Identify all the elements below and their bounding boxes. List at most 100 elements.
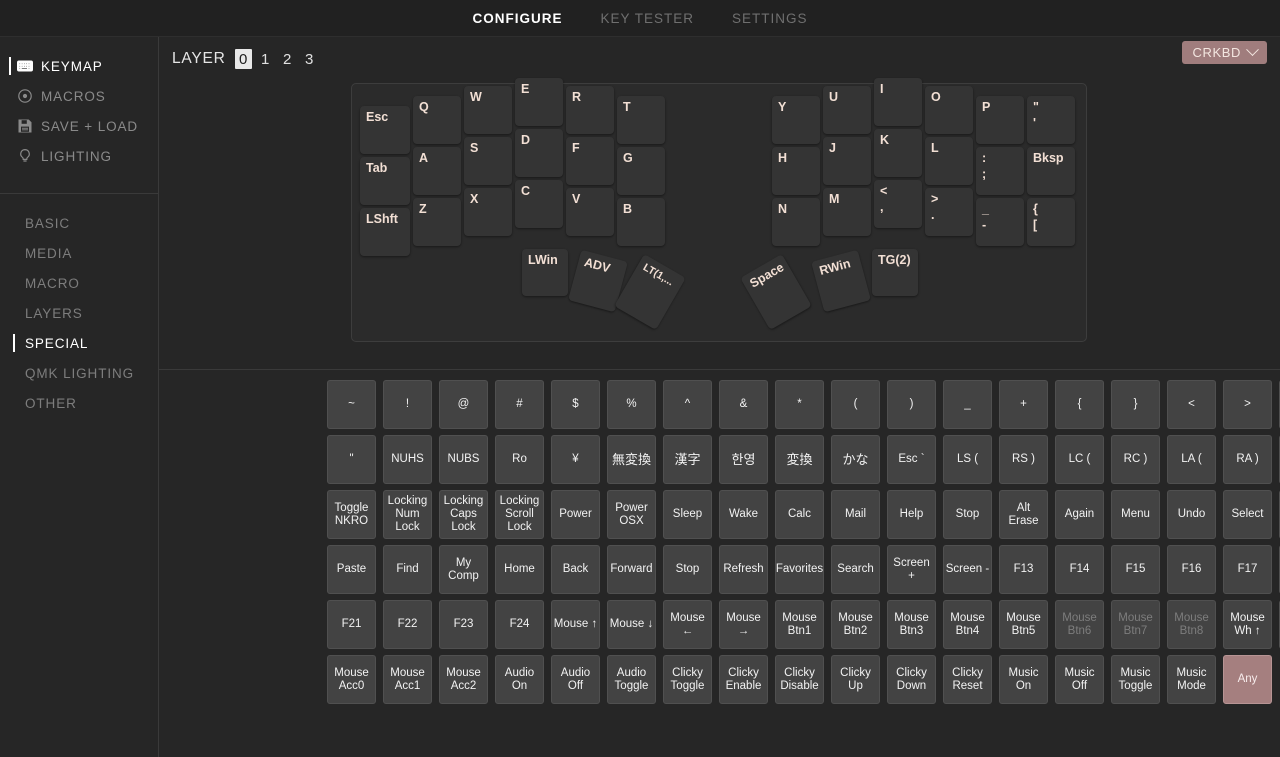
key-option[interactable]: ClickyToggle [663,655,712,704]
keycap[interactable]: E [515,78,563,126]
keycap[interactable]: N [772,198,820,246]
key-option[interactable]: Mouse→ [719,600,768,649]
sidebar-item-lighting[interactable]: LIGHTING [0,141,158,171]
keycap[interactable]: _- [976,198,1024,246]
key-option[interactable]: MouseWh ↑ [1223,600,1272,649]
keycap[interactable]: T [617,96,665,144]
keycap[interactable]: C [515,180,563,228]
sidebar-item-keymap[interactable]: KEYMAP [0,51,158,81]
key-option[interactable]: NUBS [439,435,488,484]
key-option[interactable]: ToggleNKRO [327,490,376,539]
key-option[interactable]: MouseAcc2 [439,655,488,704]
key-option[interactable]: _ [943,380,992,429]
key-option[interactable]: MouseBtn5 [999,600,1048,649]
keycap[interactable]: H [772,147,820,195]
key-option[interactable]: 漢字 [663,435,712,484]
key-option[interactable]: ClickyDisable [775,655,824,704]
key-option[interactable]: 한영 [719,435,768,484]
key-option[interactable]: Mouse← [663,600,712,649]
key-option[interactable]: MusicOff [1055,655,1104,704]
category-item-layers[interactable]: LAYERS [0,298,158,328]
key-option[interactable]: ( [831,380,880,429]
keycap[interactable]: >. [925,188,973,236]
key-option[interactable]: RC ) [1111,435,1160,484]
key-option[interactable]: * [775,380,824,429]
keycap[interactable]: S [464,137,512,185]
keycap[interactable]: G [617,147,665,195]
key-option[interactable]: 無変換 [607,435,656,484]
keycap[interactable]: {[ [1027,198,1075,246]
key-option[interactable]: $ [551,380,600,429]
keycap[interactable]: RWin [811,250,871,313]
key-option[interactable]: Select [1223,490,1272,539]
key-option[interactable]: かな [831,435,880,484]
key-option[interactable]: Sleep [663,490,712,539]
key-option[interactable]: Refresh [719,545,768,594]
key-option[interactable]: Again [1055,490,1104,539]
key-option[interactable]: AltErase [999,490,1048,539]
key-option[interactable]: LS ( [943,435,992,484]
keycap[interactable]: Space [740,254,812,330]
key-option[interactable]: PowerOSX [607,490,656,539]
key-option[interactable]: ClickyEnable [719,655,768,704]
key-option[interactable]: Any [1223,655,1272,704]
keycap[interactable]: V [566,188,614,236]
layer-button-3[interactable]: 3 [301,49,318,69]
keycap[interactable]: LWin [522,249,568,296]
keycap[interactable]: X [464,188,512,236]
key-option[interactable]: Forward [607,545,656,594]
tab-key-tester[interactable]: KEY TESTER [600,11,694,26]
key-option[interactable]: ~ [327,380,376,429]
key-option[interactable]: } [1111,380,1160,429]
keycap[interactable]: Y [772,96,820,144]
keycap[interactable]: P [976,96,1024,144]
key-option[interactable]: % [607,380,656,429]
key-option[interactable]: MouseBtn2 [831,600,880,649]
keycap[interactable]: I [874,78,922,126]
keycap[interactable]: A [413,147,461,195]
keycap[interactable]: "' [1027,96,1075,144]
key-option[interactable]: F21 [327,600,376,649]
key-option[interactable]: F24 [495,600,544,649]
keycap[interactable]: M [823,188,871,236]
keycap[interactable]: LShft [360,208,410,256]
layer-button-1[interactable]: 1 [257,49,274,69]
keyboard-select-dropdown[interactable]: CRKBD [1182,41,1267,64]
key-option[interactable]: Mail [831,490,880,539]
key-option[interactable]: Favorites [775,545,824,594]
key-option[interactable]: LockingScrollLock [495,490,544,539]
key-option[interactable]: F15 [1111,545,1160,594]
key-option[interactable]: Back [551,545,600,594]
keycap[interactable]: Tab [360,157,410,205]
tab-configure[interactable]: CONFIGURE [472,11,562,26]
key-option[interactable]: F13 [999,545,1048,594]
key-option[interactable]: ) [887,380,936,429]
key-option[interactable]: < [1167,380,1216,429]
key-option[interactable]: Power [551,490,600,539]
key-option[interactable]: LC ( [1055,435,1104,484]
key-option[interactable]: AudioOn [495,655,544,704]
key-option[interactable]: RA ) [1223,435,1272,484]
key-option[interactable]: Screen - [943,545,992,594]
key-option[interactable]: LockingCapsLock [439,490,488,539]
layer-button-0[interactable]: 0 [235,49,252,69]
keycap[interactable]: <, [874,180,922,228]
category-item-qmk-lighting[interactable]: QMK LIGHTING [0,358,158,388]
layer-button-2[interactable]: 2 [279,49,296,69]
key-option[interactable]: MusicOn [999,655,1048,704]
key-option[interactable]: ClickyReset [943,655,992,704]
keycap[interactable]: J [823,137,871,185]
keycap[interactable]: K [874,129,922,177]
key-option[interactable]: Stop [943,490,992,539]
key-option[interactable]: F23 [439,600,488,649]
keycap[interactable]: F [566,137,614,185]
keycap[interactable]: R [566,86,614,134]
key-option[interactable]: MouseAcc0 [327,655,376,704]
keycap[interactable]: Esc [360,106,410,154]
key-option[interactable]: RS ) [999,435,1048,484]
key-option[interactable]: ClickyUp [831,655,880,704]
key-option[interactable]: @ [439,380,488,429]
keycap[interactable]: TG(2) [872,249,918,296]
key-option[interactable]: ClickyDown [887,655,936,704]
key-option[interactable]: Ro [495,435,544,484]
